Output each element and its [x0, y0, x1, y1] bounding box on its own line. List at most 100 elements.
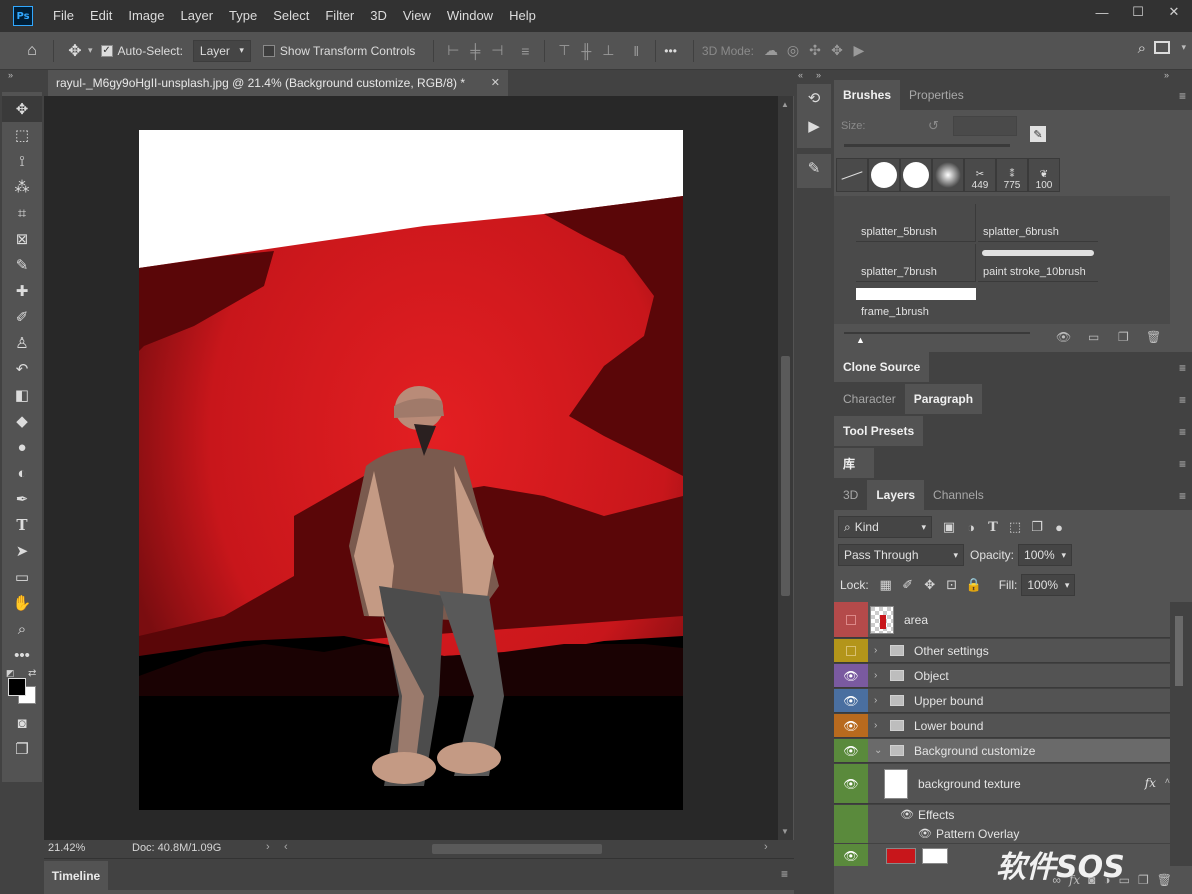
chevron-right-icon[interactable]: ›	[874, 670, 884, 681]
brush-item[interactable]: paint stroke_10brush	[978, 244, 1098, 282]
dodge-tool-icon[interactable]: ◐	[2, 460, 42, 486]
fx-icon[interactable]: fx	[1145, 776, 1156, 790]
visibility-toggle[interactable]	[834, 602, 868, 637]
eye-icon[interactable]: 👁	[834, 714, 868, 737]
panel-menu-icon[interactable]: ≡	[1179, 393, 1186, 407]
align-right-icon[interactable]: ⊣	[486, 40, 508, 62]
layer-name[interactable]: Object	[914, 669, 949, 683]
preview-size-slider[interactable]	[844, 332, 1030, 334]
eye-icon[interactable]: 👁	[834, 844, 868, 866]
brush-item[interactable]: splatter_5brush	[856, 204, 976, 242]
crop-tool-icon[interactable]: ⌗	[2, 200, 42, 226]
brush-tool-icon[interactable]: ✐	[2, 304, 42, 330]
preset-775[interactable]: ⁑ 775	[996, 158, 1028, 192]
tab-timeline[interactable]: Timeline	[44, 861, 108, 891]
rectangle-tool-icon[interactable]: ▭	[2, 564, 42, 590]
layer-row[interactable]: › Other settings	[834, 639, 1170, 663]
chevron-right-icon[interactable]: ›	[874, 695, 884, 706]
tab-brushes[interactable]: Brushes	[834, 80, 901, 110]
align-bottom-icon[interactable]: ⊥	[597, 40, 619, 62]
edit-toolbar-icon[interactable]: •••	[2, 642, 42, 668]
layer-name[interactable]: Upper bound	[914, 694, 983, 708]
home-icon[interactable]: ⌂	[19, 38, 45, 64]
filter-kind-dropdown[interactable]: ⌕ Kind ▾	[838, 516, 932, 538]
path-selection-tool-icon[interactable]: ➤	[2, 538, 42, 564]
panel-menu-icon[interactable]: ≡	[1179, 489, 1186, 503]
blur-tool-icon[interactable]: ●	[2, 434, 42, 460]
vertical-scrollbar[interactable]: ▲ ▼	[778, 96, 793, 840]
tab-3d[interactable]: 3D	[834, 480, 867, 510]
chevron-up-icon[interactable]: ˄	[1165, 776, 1170, 786]
paint-bucket-tool-icon[interactable]: ◆	[2, 408, 42, 434]
collapse-icon[interactable]: »	[0, 70, 44, 84]
chevron-right-icon[interactable]: ›	[874, 720, 884, 731]
move-tool-preset-icon[interactable]: ✥	[62, 38, 88, 64]
chevron-down-icon[interactable]: ▾	[1181, 42, 1186, 53]
menu-type[interactable]: Type	[221, 0, 265, 32]
opacity-input[interactable]: 100% ▾	[1018, 544, 1073, 566]
tab-layers[interactable]: Layers	[867, 480, 925, 510]
layer-row[interactable]: area	[834, 602, 1170, 638]
layer-list-scrollbar[interactable]	[1172, 602, 1186, 866]
brush-list-scrollbar[interactable]	[1172, 196, 1184, 324]
3d-roll-icon[interactable]: ◎	[782, 40, 804, 62]
filter-toggle-icon[interactable]: ●	[1048, 516, 1070, 538]
panel-menu-icon[interactable]: ≡	[1179, 361, 1186, 375]
hand-tool-icon[interactable]: ✋	[2, 590, 42, 616]
lock-artboard-icon[interactable]: ⊡	[941, 574, 963, 596]
expand-icon[interactable]: »	[816, 70, 821, 80]
chevron-left-icon[interactable]: ‹	[284, 841, 288, 853]
trash-icon[interactable]: 🗑	[1146, 330, 1161, 344]
size-input[interactable]	[953, 116, 1017, 136]
preset-hard-round-2-icon[interactable]	[900, 158, 932, 192]
brush-item[interactable]: frame_1brush	[856, 284, 976, 322]
tab-properties[interactable]: Properties	[900, 80, 973, 110]
eye-icon[interactable]: 👁	[918, 827, 932, 840]
align-left-icon[interactable]: ⊢	[442, 40, 464, 62]
eraser-tool-icon[interactable]: ◧	[2, 382, 42, 408]
layer-row[interactable]: 👁 background texture fx ˄	[834, 764, 1170, 804]
menu-image[interactable]: Image	[120, 0, 172, 32]
photoshop-logo[interactable]: Ps	[13, 6, 33, 26]
scroll-down-icon[interactable]: ▼	[781, 827, 789, 836]
eye-icon[interactable]: 👁	[834, 689, 868, 712]
effect-row[interactable]: 👁 Pattern Overlay	[834, 824, 1170, 843]
layer-name[interactable]: Other settings	[914, 644, 989, 658]
filter-smart-object-icon[interactable]: ❐	[1026, 516, 1048, 538]
pen-tool-icon[interactable]: ✒	[2, 486, 42, 512]
history-brush-tool-icon[interactable]: ↶	[2, 356, 42, 382]
collapse-icon[interactable]: «	[798, 70, 803, 80]
menu-3d[interactable]: 3D	[362, 0, 395, 32]
panel-menu-icon[interactable]: ≡	[1179, 89, 1186, 103]
layer-row[interactable]: 👁 › Upper bound	[834, 689, 1170, 713]
lock-all-icon[interactable]: 🔒	[963, 574, 985, 596]
lock-transparent-icon[interactable]: ▦	[875, 574, 897, 596]
brush-item[interactable]: splatter_7brush	[856, 244, 976, 282]
filter-type-icon[interactable]: T	[982, 516, 1004, 538]
chevron-right-icon[interactable]: ›	[874, 645, 884, 656]
maximize-icon[interactable]: ☐	[1120, 0, 1156, 24]
preset-100[interactable]: ❦ 100	[1028, 158, 1060, 192]
menu-select[interactable]: Select	[265, 0, 317, 32]
search-icon[interactable]: ⌕	[1138, 40, 1146, 57]
close-icon[interactable]: ✕	[1156, 0, 1192, 24]
frame-tool-icon[interactable]: ⊠	[2, 226, 42, 252]
filter-pixel-icon[interactable]: ▣	[938, 516, 960, 538]
move-tool-icon[interactable]: ✥	[2, 96, 42, 122]
eye-icon[interactable]: 👁	[900, 808, 914, 821]
tab-paragraph[interactable]: Paragraph	[904, 384, 983, 414]
actions-play-icon[interactable]: ▶	[797, 112, 831, 140]
layer-row[interactable]: 👁 › Object	[834, 664, 1170, 688]
3d-slide-icon[interactable]: ✥	[826, 40, 848, 62]
healing-brush-tool-icon[interactable]: ✚	[2, 278, 42, 304]
panel-menu-icon[interactable]: ≡	[1179, 425, 1186, 439]
eye-icon[interactable]: 👁	[834, 664, 868, 687]
new-layer-icon[interactable]: ❐	[1138, 873, 1149, 887]
effects-row[interactable]: 👁 Effects	[834, 805, 1170, 824]
3d-orbit-icon[interactable]: ☁	[760, 40, 782, 62]
tab-library[interactable]: 库	[834, 448, 874, 478]
menu-window[interactable]: Window	[439, 0, 501, 32]
trash-icon[interactable]: 🗑	[1157, 873, 1172, 887]
preset-hard-round-icon[interactable]	[868, 158, 900, 192]
distribute-icon[interactable]: ≡	[514, 40, 536, 62]
